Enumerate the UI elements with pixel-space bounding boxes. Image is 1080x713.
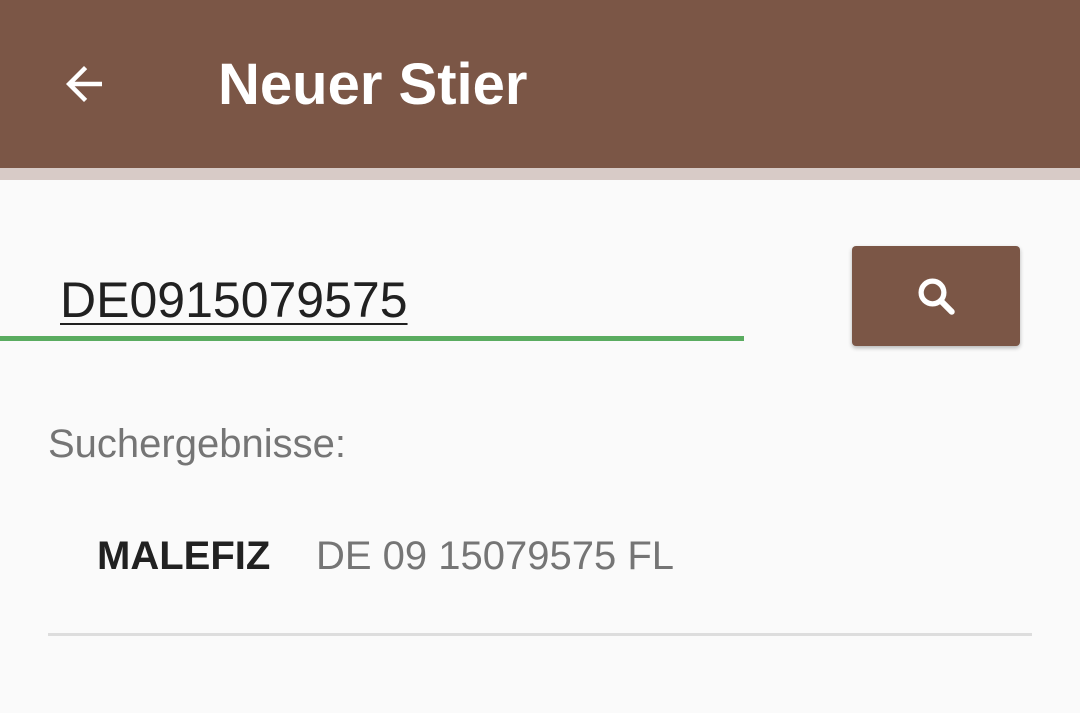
screen: Neuer Stier Suchergebnisse: MALEFIZ DE 0… xyxy=(0,0,1080,713)
search-field xyxy=(60,255,804,345)
result-name: MALEFIZ xyxy=(97,534,271,578)
search-icon xyxy=(918,278,955,315)
search-input[interactable] xyxy=(60,265,804,335)
list-divider xyxy=(48,633,1032,636)
back-button[interactable] xyxy=(36,36,132,132)
results-label: Suchergebnisse: xyxy=(48,422,346,466)
search-button[interactable] xyxy=(852,246,1020,346)
search-input-underline xyxy=(0,336,744,341)
app-bar-shadow xyxy=(0,168,1080,180)
result-id: DE 09 15079575 FL xyxy=(316,534,675,578)
result-list-item[interactable]: MALEFIZ DE 09 15079575 FL xyxy=(48,506,1032,606)
page-title: Neuer Stier xyxy=(218,52,528,117)
app-bar: Neuer Stier xyxy=(0,0,1080,168)
arrow-left-icon xyxy=(66,66,102,102)
